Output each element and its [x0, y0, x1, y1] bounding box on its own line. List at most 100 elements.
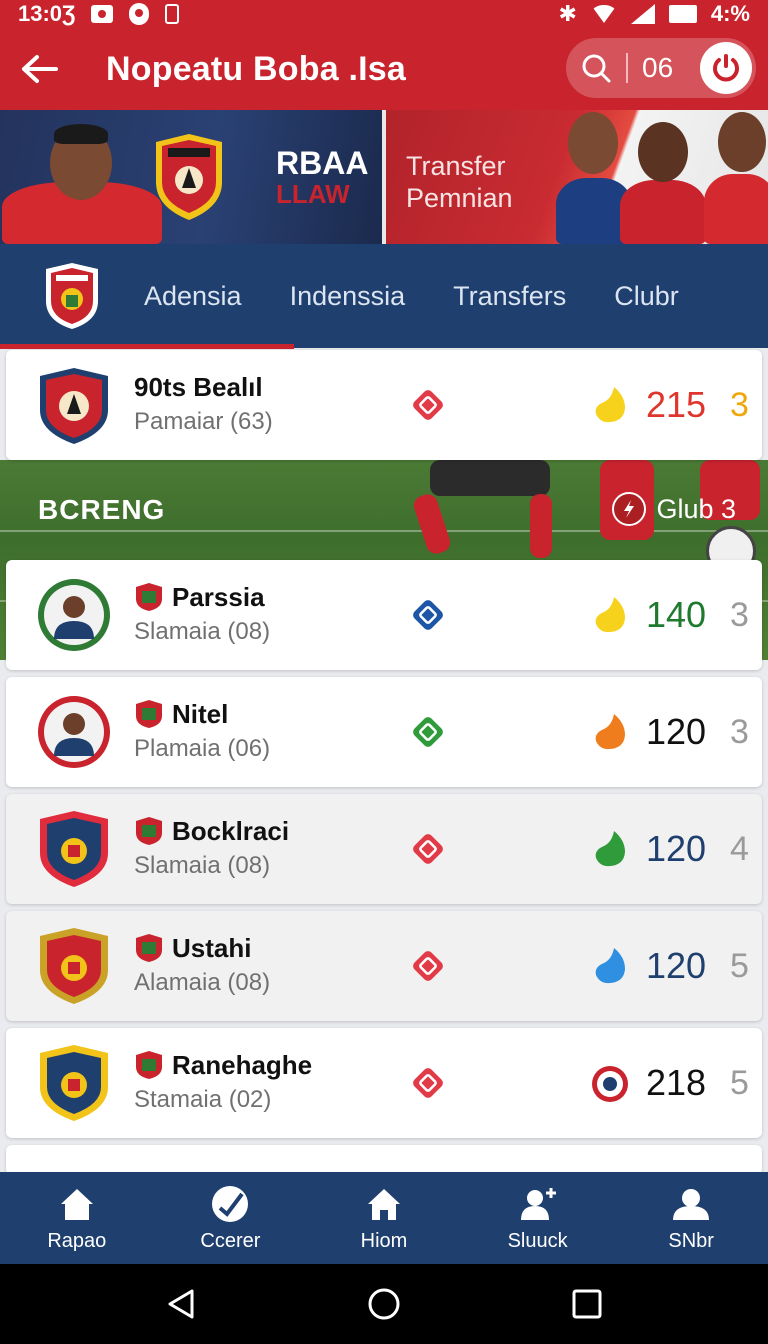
banner-transfer-text: Transfer Pemnian	[406, 151, 513, 213]
player-score: 218	[646, 1062, 707, 1103]
player-card[interactable]: Parssia Slamaia (08) 140 3	[6, 560, 762, 670]
promo-banner[interactable]: RBAA LLAW Transfer Pemnian	[0, 110, 768, 244]
lightning-icon	[612, 492, 647, 526]
mini-crest-icon	[136, 583, 162, 611]
player-name: 90ts Bealıl	[134, 372, 263, 402]
player-subtitle: Plamaia (06)	[134, 735, 271, 762]
search-button[interactable]	[566, 38, 626, 98]
player-legs	[430, 460, 550, 496]
club-crest-icon	[40, 368, 108, 444]
diamond-icon	[413, 1068, 443, 1098]
tab-adensia[interactable]: Adensia	[120, 244, 266, 348]
player-card[interactable]: Ranehaghe Stamaia (02) 218 5	[6, 1028, 762, 1138]
back-button[interactable]	[0, 28, 80, 110]
player-name: Parssia	[172, 582, 265, 612]
club-crest-icon	[40, 811, 108, 887]
player-name: Ranehaghe	[172, 1050, 313, 1080]
system-back-button[interactable]	[151, 1274, 211, 1334]
league-logo-icon[interactable]	[44, 261, 100, 331]
camera-icon	[91, 5, 114, 23]
club-crest-icon	[40, 1045, 108, 1121]
player-score: 120	[646, 945, 707, 986]
player-subtitle: Pamaiar (63)	[134, 408, 273, 435]
tab-bar: Adensia Indenssia Transfers Clubr	[0, 244, 768, 348]
app-bar: Nopeatu Boba .Isa 06	[0, 28, 768, 110]
player-rank: 3	[730, 386, 749, 424]
tab-clubr[interactable]: Clubr	[590, 244, 703, 348]
featured-player-card[interactable]: 90ts Bealıl Pamaiar (63) 215 3	[6, 350, 762, 460]
list-item[interactable]	[6, 1145, 762, 1175]
player-rank: 5	[730, 1064, 749, 1102]
status-bar: 13:0Ʒ ✱ 4:%	[0, 0, 768, 28]
diamond-icon	[413, 390, 443, 420]
player-score: 120	[646, 711, 707, 752]
flame-icon	[595, 387, 625, 423]
nav-hiom[interactable]: Hiom	[307, 1172, 461, 1264]
player-card[interactable]: Nitel Plamaia (06) 120 3	[6, 677, 762, 787]
nav-rapao[interactable]: Rapao	[0, 1172, 154, 1264]
flame-icon	[595, 714, 625, 750]
circle-home-icon	[368, 1288, 400, 1320]
mini-crest-icon	[136, 700, 162, 728]
section-filter[interactable]: Glub 3	[612, 492, 736, 526]
club-badge-icon	[592, 1066, 628, 1102]
diamond-icon	[413, 834, 443, 864]
player-subtitle: Alamaia (08)	[134, 969, 271, 996]
banner-transfer: Transfer Pemnian	[382, 110, 768, 244]
nav-sluuck[interactable]: Sluuck	[461, 1172, 615, 1264]
status-time: 13:0Ʒ	[18, 1, 76, 26]
player-card[interactable]: Bocklraci Slamaia (08) 120 4	[6, 794, 762, 904]
player-rank: 3	[730, 713, 749, 751]
section-filter-label: Glub 3	[656, 493, 736, 524]
bottom-nav: Rapao Ccerer Hiom Sluuck SNbr	[0, 1172, 768, 1264]
battery-text: 4:%	[710, 1, 750, 26]
player-image	[620, 180, 706, 244]
power-icon	[713, 54, 739, 82]
tab-transfers[interactable]: Transfers	[429, 244, 590, 348]
player-score: 140	[646, 594, 707, 635]
nav-ccerer[interactable]: Ccerer	[154, 1172, 308, 1264]
signal-icon	[630, 4, 655, 24]
player-card[interactable]: Ustahi Alamaia (08) 120 5	[6, 911, 762, 1021]
system-home-button[interactable]	[354, 1274, 414, 1334]
home-icon	[60, 1188, 93, 1220]
player-score: 215	[646, 384, 707, 425]
banner-brand: RBAA LLAW	[276, 145, 369, 209]
nav-snbr[interactable]: SNbr	[614, 1172, 768, 1264]
profile-icon	[673, 1188, 710, 1220]
flame-icon	[595, 831, 625, 867]
player-name: Nitel	[172, 699, 229, 729]
diamond-icon	[413, 717, 443, 747]
system-recents-button[interactable]	[557, 1274, 617, 1334]
player-subtitle: Slamaia (08)	[134, 852, 271, 879]
square-recents-icon	[572, 1289, 602, 1319]
player-score: 120	[646, 828, 707, 869]
flame-icon	[595, 948, 625, 984]
divider	[626, 53, 628, 83]
mini-crest-icon	[136, 1051, 162, 1079]
player-subtitle: Stamaia (02)	[134, 1086, 272, 1113]
diamond-icon	[413, 600, 443, 630]
diamond-icon	[413, 951, 443, 981]
tab-indenssia[interactable]: Indenssia	[266, 244, 430, 348]
notification-count[interactable]: 06	[642, 52, 692, 84]
system-nav-bar	[0, 1264, 768, 1344]
banner-league: RBAA LLAW	[0, 110, 382, 244]
player-rank: 4	[730, 830, 749, 868]
player-name: Bocklraci	[172, 816, 290, 846]
wifi-icon	[590, 5, 617, 23]
search-icon	[582, 54, 611, 83]
add-user-icon	[520, 1187, 556, 1220]
player-name: Ustahi	[172, 933, 252, 963]
section-title: BCRENG	[38, 494, 166, 525]
check-circle-icon	[212, 1185, 249, 1222]
mini-crest-icon	[136, 817, 162, 845]
club-crest-icon	[38, 579, 110, 651]
house-icon	[367, 1188, 400, 1220]
player-subtitle: Slamaia (08)	[134, 618, 271, 645]
power-button[interactable]	[700, 42, 752, 94]
sim-icon	[165, 4, 180, 24]
page-title: Nopeatu Boba .Isa	[106, 49, 407, 88]
triangle-back-icon	[168, 1289, 194, 1319]
appbar-actions: 06	[566, 38, 756, 98]
